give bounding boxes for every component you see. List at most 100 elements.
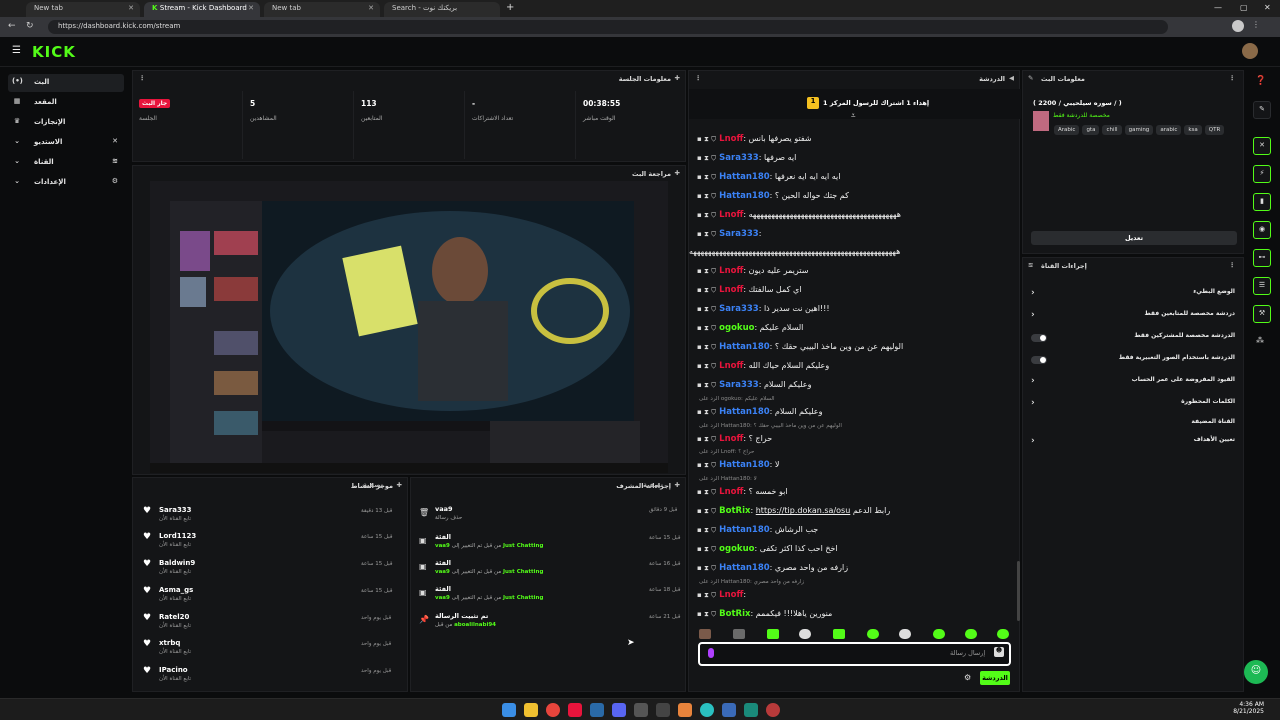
back-icon[interactable]: ←	[8, 21, 16, 31]
mod-tools-icon[interactable]: ▪ ⧗ ⛉	[697, 286, 716, 294]
sidebar-item-seat[interactable]: ▦ المقعد	[8, 94, 124, 112]
sidebar-item-achievements[interactable]: ♛ الإنجازات	[8, 114, 124, 132]
chat-username[interactable]: Sara333	[719, 380, 759, 390]
user-avatar[interactable]	[1242, 43, 1258, 59]
chat-username[interactable]: Lnoff	[719, 285, 743, 295]
chat-username[interactable]: Hattan180	[719, 563, 770, 573]
layers-icon[interactable]: ☰	[1253, 277, 1271, 295]
app-icon[interactable]	[722, 703, 736, 717]
chat-message[interactable]: ▪ ⧗ ⛉ Sara333: اهين نت سدير ذا!!!	[697, 304, 1009, 322]
chat-message[interactable]: ▪ ⧗ ⛉ BotRix: https://tip.dokan.sa/osu را…	[697, 506, 1009, 524]
chat-message[interactable]: ▪ ⧗ ⛉ Hattan180: كم جتك حواله الحين ؟	[697, 191, 1009, 209]
profile-avatar[interactable]	[1232, 20, 1244, 32]
chat-input[interactable]: إرسال رسالة ☻	[698, 642, 1011, 666]
sidebar-item-studio[interactable]: ⌄ الاستديو ✕	[8, 134, 124, 152]
app-icon[interactable]	[656, 703, 670, 717]
address-bar[interactable]: https://dashboard.kick.com/stream	[48, 20, 1168, 34]
follower-name[interactable]: Baldwin9	[159, 559, 195, 567]
edit-stream-button[interactable]: تعديل	[1031, 231, 1237, 245]
mod-tools-icon[interactable]: ▪ ⧗ ⛉	[697, 564, 716, 572]
chat-username[interactable]: ogokuo	[719, 544, 754, 554]
menu-icon[interactable]: ⋮	[1252, 20, 1260, 29]
wrench-icon[interactable]: ⚒	[1253, 305, 1271, 323]
mod-tools-icon[interactable]: ▪ ⧗ ⛉	[697, 343, 716, 351]
tag-chip[interactable]: arabic	[1156, 125, 1182, 135]
mod-tools-icon[interactable]: ▪ ⧗ ⛉	[697, 192, 716, 200]
chat-username[interactable]: Lnoff	[719, 487, 743, 497]
windows-start-icon[interactable]	[502, 703, 516, 717]
tag-chip[interactable]: gta	[1082, 125, 1100, 135]
chat-message[interactable]: ▪ ⧗ ⛉ Lnoff: ستريمر عليه ديون	[697, 266, 1009, 284]
chat-settings-gear-icon[interactable]: ⚙	[964, 673, 971, 682]
broadcast-tool-icon[interactable]: ⊷	[1253, 249, 1271, 267]
studio-tool-icon[interactable]: ✕	[1253, 137, 1271, 155]
chat-message[interactable]: ▪ ⧗ ⛉ Sara333:	[697, 229, 1009, 247]
close-icon[interactable]: ✕	[128, 4, 134, 12]
expand-icon[interactable]: ⩡	[851, 111, 856, 121]
chat-username[interactable]: Sara333	[719, 153, 759, 163]
browser-tab-3[interactable]: بريكنك نوت - Search	[384, 2, 500, 17]
close-icon[interactable]: ✕	[248, 4, 254, 12]
chat-message[interactable]: ▪ ⧗ ⛉ Hattan180: ايه ايه ايه ايه نعرفها	[697, 172, 1009, 190]
app-icon[interactable]	[744, 703, 758, 717]
filter-button[interactable]: تصفية	[363, 481, 383, 489]
chat-username[interactable]: ogokuo	[719, 323, 754, 333]
mod-tools-icon[interactable]: ▪ ⧗ ⛉	[697, 305, 716, 313]
emote-icon[interactable]	[899, 629, 911, 639]
clock[interactable]: 4:36 AM 8/21/2025	[1220, 701, 1264, 715]
chat-link[interactable]: https://tip.dokan.sa/osu	[756, 506, 851, 515]
app-icon[interactable]	[634, 703, 648, 717]
edit-layout-icon[interactable]: ✎	[1253, 101, 1271, 119]
browser-tab-1[interactable]: K Stream - Kick Dashboard ✕	[144, 2, 260, 17]
follower-name[interactable]: xtrbq	[159, 639, 180, 647]
chat-username[interactable]: BotRix	[719, 609, 750, 619]
chat-message[interactable]: ▪ ⧗ ⛉ ogokuo: السلام عليكم	[697, 323, 1009, 341]
mod-tools-icon[interactable]: ▪ ⧗ ⛉	[697, 230, 716, 238]
chat-message[interactable]: ▪ ⧗ ⛉ Lnoff: اي كمل سالفتك	[697, 285, 1009, 303]
chat-username[interactable]: Hattan180	[719, 525, 770, 535]
chat-username[interactable]: BotRix	[719, 506, 750, 516]
mod-tools-icon[interactable]: ▪ ⧗ ⛉	[697, 211, 716, 219]
chat-message[interactable]: ▪ ⧗ ⛉ BotRix: منورين ياهلا!!! فيكممم	[697, 609, 1009, 627]
reload-icon[interactable]: ↻	[26, 21, 34, 31]
channel-action-banned-words[interactable]: › الكلمات المحظورة	[1031, 398, 1235, 412]
mod-tools-icon[interactable]: ▪ ⧗ ⛉	[697, 173, 716, 181]
bookmark-icon[interactable]: ▮	[1253, 193, 1271, 211]
follower-name[interactable]: Lord1123	[159, 532, 196, 540]
chat-bubble-icon[interactable]: ◉	[1253, 221, 1271, 239]
help-icon[interactable]: ❓	[1255, 76, 1266, 86]
chat-username[interactable]: Lnoff	[719, 590, 743, 600]
mod-tools-icon[interactable]: ▪ ⧗ ⛉	[697, 154, 716, 162]
chat-message[interactable]: ▪ ⧗ ⛉ Lnoff:	[697, 590, 1009, 608]
edit-icon[interactable]: ✎	[1028, 74, 1033, 82]
minimize-icon[interactable]: —	[1214, 3, 1222, 12]
chat-collapse-icon[interactable]: ◀	[1009, 74, 1014, 82]
mod-tools-icon[interactable]: ▪ ⧗ ⛉	[697, 324, 716, 332]
chat-message[interactable]: ▪ ⧗ ⛉ Sara333: ايه صرفها	[697, 153, 1009, 171]
chat-username[interactable]: Hattan180	[719, 460, 770, 470]
edge-icon[interactable]	[700, 703, 714, 717]
follower-name[interactable]: Ratel20	[159, 613, 189, 621]
tag-chip[interactable]: QTR	[1204, 125, 1225, 135]
tag-chip[interactable]: gaming	[1124, 125, 1154, 135]
sidebar-item-stream[interactable]: (•) البث	[8, 74, 124, 92]
stream-category[interactable]: مخصصة للدردشة فقط	[1053, 112, 1110, 119]
chat-username[interactable]: Hattan180	[719, 191, 770, 201]
emote-icon[interactable]	[733, 629, 745, 639]
pinned-message[interactable]: 1 إهداء 1 اشتراك للرسول المركز 1 ⩡	[689, 89, 1021, 121]
tag-chip[interactable]: chill	[1102, 125, 1122, 135]
flash-icon[interactable]: ⚡	[1253, 165, 1271, 183]
emote-icon[interactable]	[997, 629, 1009, 639]
app-icon[interactable]	[678, 703, 692, 717]
emote-picker-icon[interactable]: ☻	[994, 647, 1004, 657]
chat-message[interactable]: ▪ ⧗ ⛉ Lnoff: وعليكم السلام حياك الله	[697, 361, 1009, 379]
tag-chip[interactable]: ksa	[1184, 125, 1202, 135]
emote-icon[interactable]	[699, 629, 711, 639]
chat-message[interactable]: ▪ ⧗ ⛉ Hattan180: جب الرشاش	[697, 525, 1009, 543]
chat-username[interactable]: Lnoff	[719, 210, 743, 220]
channel-action-subscribers-only[interactable]: الدردشة مخصصة للمشتركين فقط	[1031, 332, 1235, 346]
send-chat-button[interactable]: الدردشة	[980, 671, 1010, 685]
more-icon[interactable]: ⋮	[1229, 74, 1236, 82]
chat-username[interactable]: Hattan180	[719, 407, 770, 417]
emotes-only-toggle[interactable]	[1031, 356, 1047, 364]
